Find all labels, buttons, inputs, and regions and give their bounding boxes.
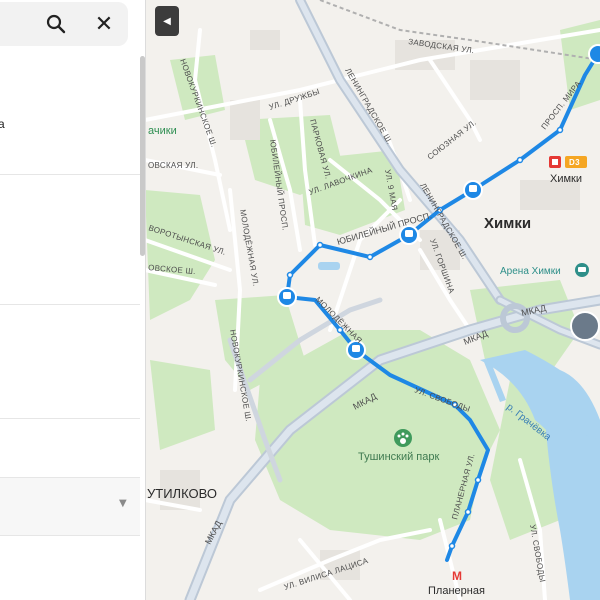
route-stop-dot: [516, 156, 524, 164]
divider: [0, 418, 140, 419]
route-stop-dot: [556, 126, 564, 134]
route-stop-dot: [474, 476, 482, 484]
route-stop-dot: [286, 271, 294, 279]
divider: [0, 477, 140, 478]
metro-icon[interactable]: М: [452, 569, 462, 583]
arena-label: Арена Химки: [500, 266, 561, 277]
photo-marker[interactable]: [570, 311, 600, 341]
park-paw-icon[interactable]: [394, 429, 412, 447]
close-button[interactable]: ✕: [88, 8, 120, 40]
scrollbar[interactable]: [140, 56, 145, 256]
divider: [0, 304, 140, 305]
triangle-left-icon: ◀: [163, 15, 171, 27]
svg-text:М: М: [452, 569, 462, 583]
route-stop-dot: [448, 542, 456, 550]
route-stop-dot: [464, 508, 472, 516]
collapse-panel-button[interactable]: ◀: [155, 6, 179, 36]
arena-icon[interactable]: [575, 263, 589, 277]
search-button[interactable]: [40, 8, 72, 40]
chevron-down-icon[interactable]: ▼: [119, 498, 127, 509]
metro-fragment-label: ачики: [148, 125, 177, 137]
street-label: ОВСКАЯ УЛ.: [148, 161, 198, 170]
search-box[interactable]: ✕: [0, 2, 128, 46]
bus-stop-marker-1[interactable]: [277, 287, 297, 307]
district-label: УТИЛКОВО: [147, 486, 217, 501]
rail-station-icon[interactable]: D3: [549, 156, 587, 168]
divider: [0, 174, 140, 175]
station-label: Химки: [550, 173, 582, 185]
svg-text:D3: D3: [569, 158, 580, 167]
bus-stop-marker-3[interactable]: [399, 225, 419, 245]
metro-label: Планерная: [428, 585, 485, 597]
divider: [0, 535, 140, 536]
city-label: Химки: [484, 215, 531, 232]
bus-stop-marker-5[interactable]: [588, 44, 600, 64]
park-label: Тушинский парк: [358, 451, 439, 463]
close-icon: ✕: [94, 11, 114, 37]
search-icon: [46, 14, 66, 34]
route-stop-dot: [316, 241, 324, 249]
bus-stop-marker-4[interactable]: [463, 180, 483, 200]
side-panel: ✕ а ▼: [0, 0, 146, 600]
panel-text-fragment: а: [0, 117, 5, 131]
route-stop-dot: [366, 253, 374, 261]
